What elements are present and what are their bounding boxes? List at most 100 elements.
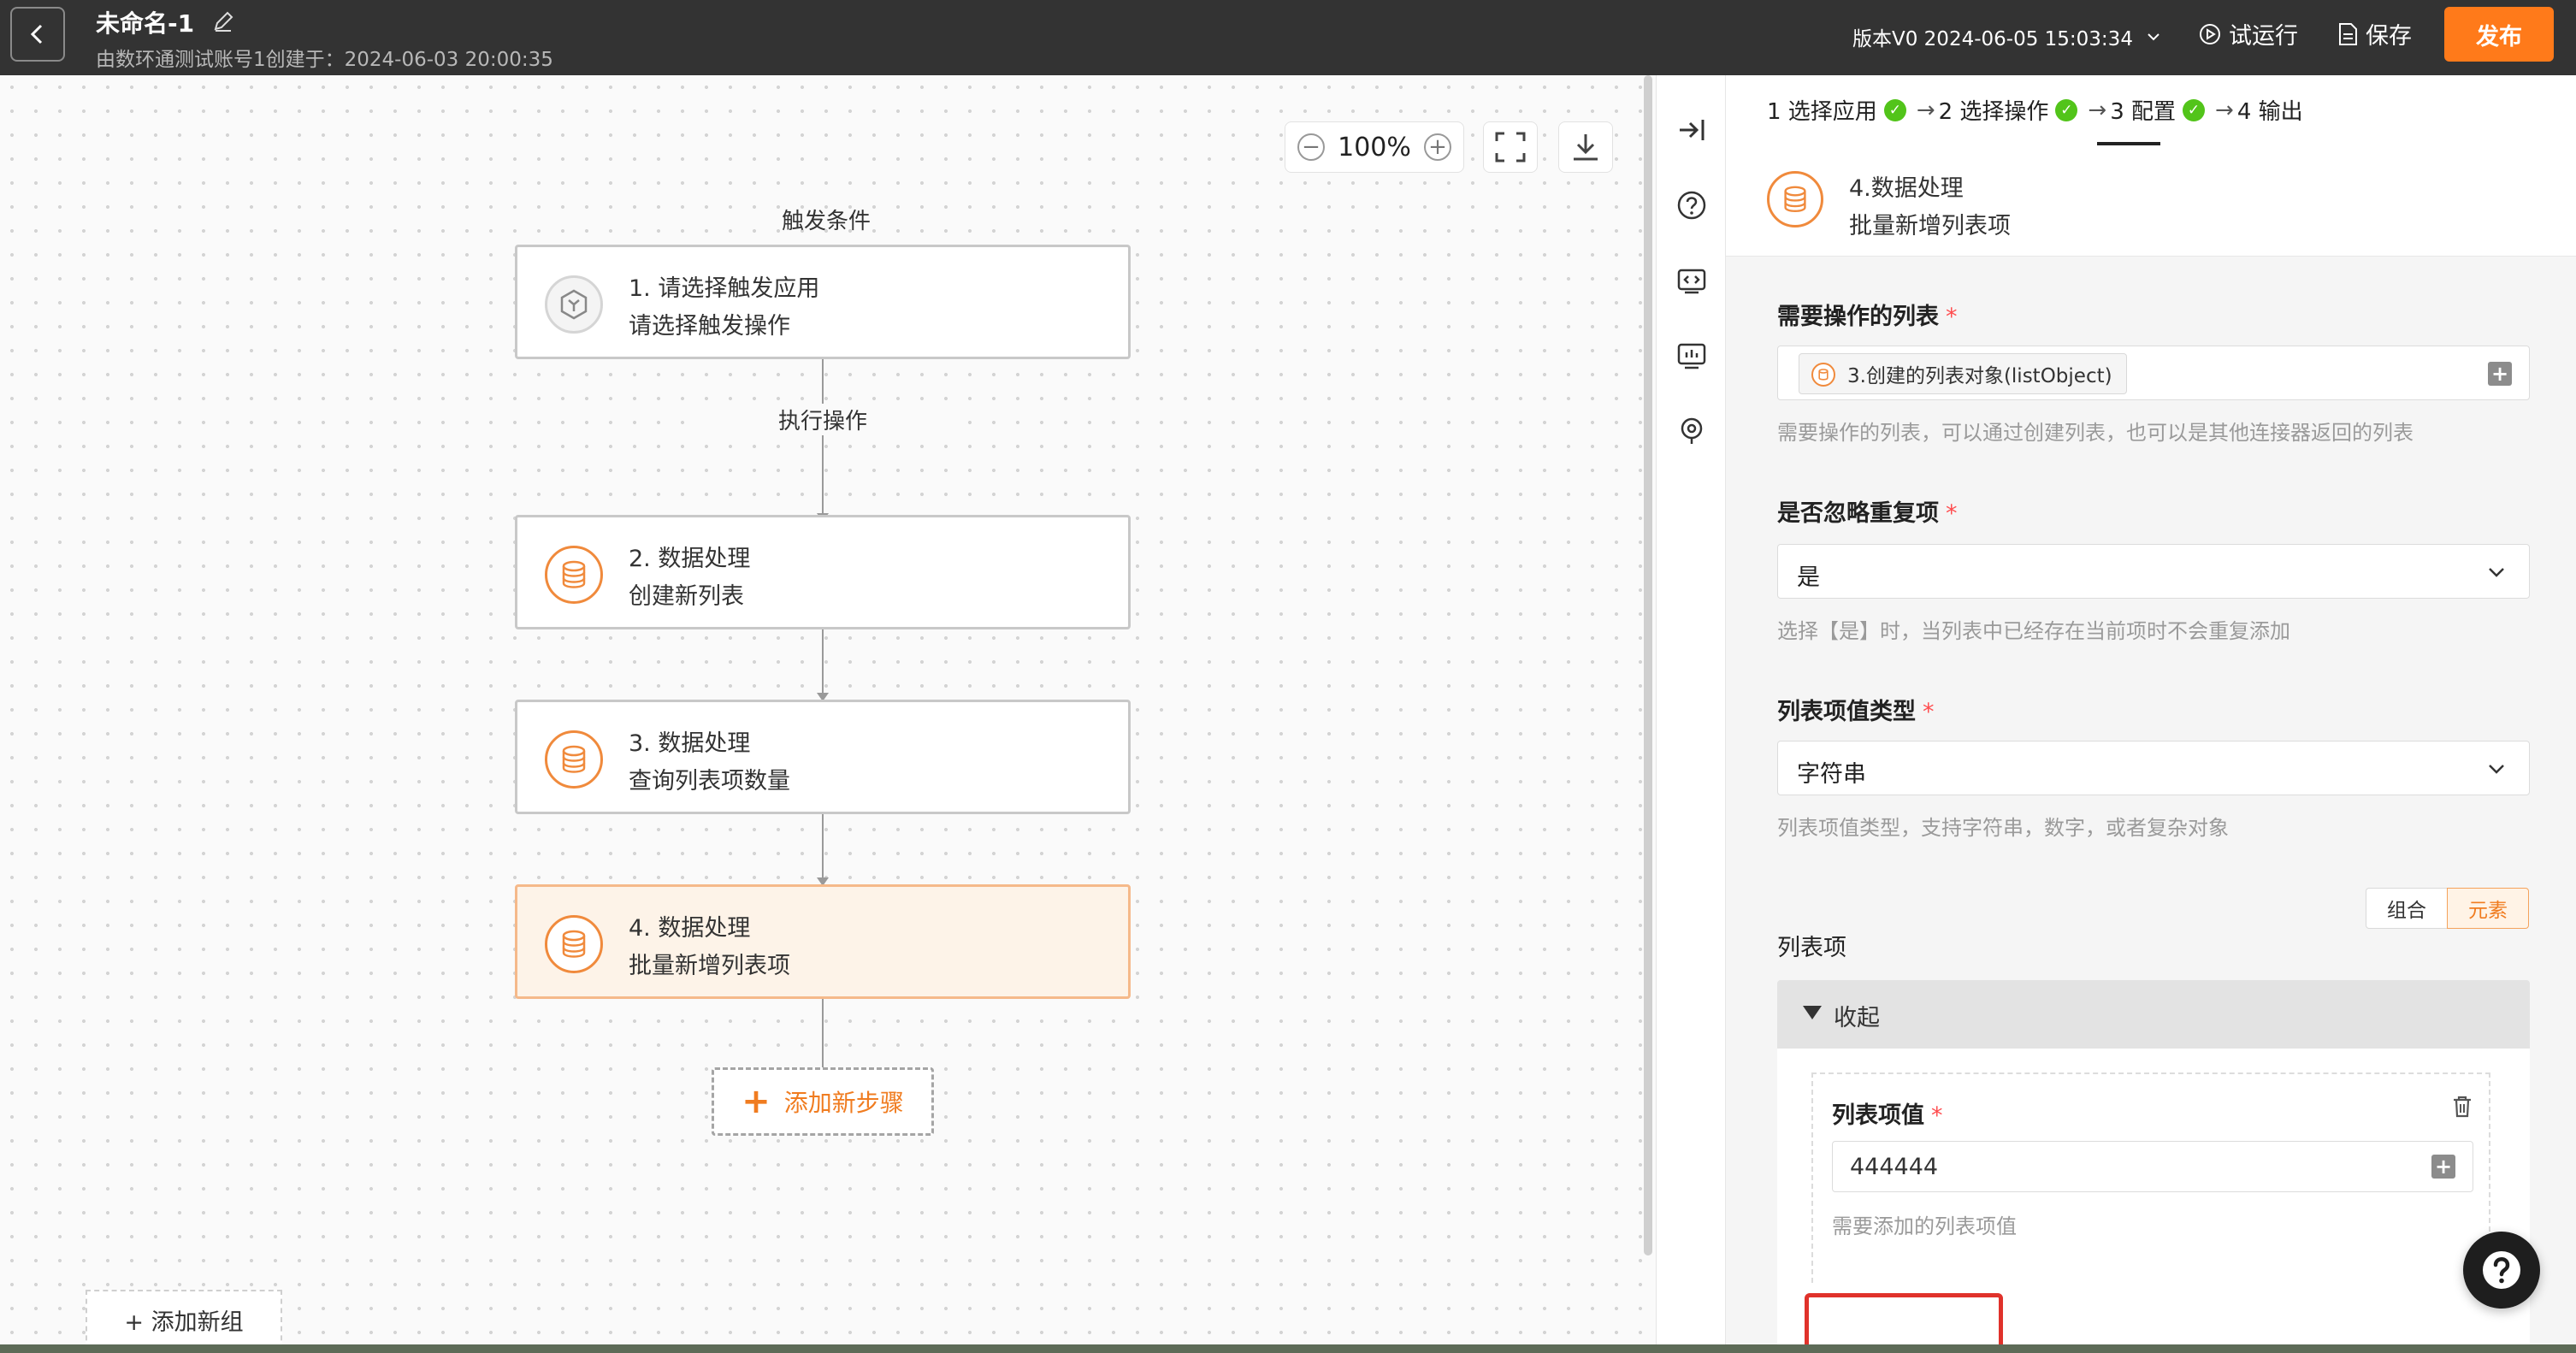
list-object-chip[interactable]: 3.创建的列表对象(listObject) <box>1799 353 2127 394</box>
item-value-input[interactable]: 444444 + <box>1832 1141 2473 1192</box>
zoom-control: − 100% + <box>1285 121 1464 173</box>
node-subtitle: 创建新列表 <box>629 583 744 610</box>
triangle-down-icon <box>1803 1006 1822 1019</box>
connector-line <box>822 814 824 884</box>
document-icon <box>2339 22 2357 45</box>
collapse-label: 收起 <box>1834 1005 1880 1031</box>
desktop-background <box>0 1344 2576 1353</box>
config-panel: 1 选择应用 ✓ → 2 选择操作 ✓ → 3 配置 ✓ → 4 输出 4.数据… <box>1726 75 2576 1353</box>
value-type-help: 列表项值类型，支持字符串，数字，或者复杂对象 <box>1777 816 2229 840</box>
arrow-right-icon: → <box>2215 97 2234 123</box>
arrow-right-icon: → <box>2088 97 2107 123</box>
save-button[interactable]: 保存 <box>2337 17 2412 50</box>
flow-node-1[interactable]: 1. 请选择触发应用 请选择触发操作 <box>515 245 1131 359</box>
arrow-right-icon: → <box>1916 97 1935 123</box>
ignore-dup-select[interactable]: 是 <box>1777 544 2530 599</box>
connector-line <box>822 999 824 1067</box>
operation-subtitle: 批量新增列表项 <box>1849 213 2011 239</box>
value-type-label: 列表项值类型 * <box>1777 699 1935 725</box>
connector-line <box>822 458 824 515</box>
value-type-select[interactable]: 字符串 <box>1777 741 2530 795</box>
download-icon <box>1574 134 1598 161</box>
publish-button[interactable]: 发布 <box>2444 7 2554 62</box>
fullscreen-button[interactable] <box>1483 121 1538 173</box>
add-variable-icon[interactable]: + <box>2431 1155 2455 1179</box>
add-step-button[interactable]: + 添加新步骤 <box>712 1067 934 1136</box>
connector-line <box>822 629 824 700</box>
add-group-button[interactable]: + 添加新组 <box>86 1290 282 1350</box>
list-items-label: 列表项 <box>1777 935 1846 961</box>
flow-canvas[interactable]: − 100% + 触发条件 1. 请选择触发应用 请选择触发操作 执行操作 2.… <box>0 75 1656 1353</box>
mode-combine-button[interactable]: 组合 <box>2366 888 2448 929</box>
zoom-out-button[interactable]: − <box>1297 133 1325 161</box>
active-step-indicator <box>2097 142 2160 145</box>
trigger-app-icon <box>545 275 603 334</box>
add-step-label: 添加新步骤 <box>783 1089 904 1117</box>
database-icon <box>1767 171 1823 227</box>
node-title: 1. 请选择触发应用 <box>629 275 820 302</box>
check-icon: ✓ <box>1883 98 1906 121</box>
collapse-toggle[interactable]: 收起 <box>1777 980 2530 1049</box>
trigger-section-label: 触发条件 <box>781 209 871 234</box>
check-icon: ✓ <box>2055 98 2078 121</box>
monitor-chart-icon[interactable] <box>1675 339 1709 373</box>
save-label: 保存 <box>2366 23 2412 50</box>
node-subtitle: 查询列表项数量 <box>629 768 790 795</box>
fullscreen-icon <box>1495 132 1526 162</box>
page-title: 未命名-1 <box>96 9 195 38</box>
list-field-input[interactable]: 3.创建的列表对象(listObject) + <box>1777 346 2530 400</box>
item-value-label: 列表项值 * <box>1832 1102 1943 1129</box>
step-3[interactable]: 3 配置 <box>2110 94 2176 126</box>
edit-title-icon[interactable] <box>210 9 236 34</box>
flow-node-2[interactable]: 2. 数据处理 创建新列表 <box>515 515 1131 629</box>
ignore-dup-help: 选择【是】时，当列表中已经存在当前项时不会重复添加 <box>1777 619 2290 643</box>
code-icon[interactable] <box>1675 263 1709 298</box>
version-select[interactable]: 版本V0 2024-06-05 15:03:34 <box>1852 22 2162 51</box>
mode-element-button[interactable]: 元素 <box>2447 888 2529 929</box>
database-icon <box>545 915 603 973</box>
ignore-dup-value: 是 <box>1797 564 1820 591</box>
trash-icon[interactable] <box>2451 1095 2473 1122</box>
operation-title: 4.数据处理 <box>1849 175 1964 202</box>
chevron-down-icon <box>2489 765 2504 774</box>
canvas-scrollbar[interactable] <box>1644 75 1652 1256</box>
help-float-button[interactable] <box>2463 1232 2540 1309</box>
item-value-text: 444444 <box>1850 1154 1939 1180</box>
question-icon <box>2483 1251 2520 1289</box>
node-title: 3. 数据处理 <box>629 730 751 757</box>
node-title: 4. 数据处理 <box>629 915 751 942</box>
test-run-label: 试运行 <box>2229 23 2298 50</box>
ignore-dup-label: 是否忽略重复项 * <box>1777 500 1958 527</box>
check-icon: ✓ <box>2183 98 2206 121</box>
flow-node-3[interactable]: 3. 数据处理 查询列表项数量 <box>515 700 1131 814</box>
node-subtitle: 请选择触发操作 <box>629 313 790 340</box>
item-value-help: 需要添加的列表项值 <box>1832 1214 2017 1238</box>
value-type-value: 字符串 <box>1797 761 1866 788</box>
action-section-label: 执行操作 <box>694 404 951 435</box>
collapse-panel-icon[interactable] <box>1675 113 1709 147</box>
step-2[interactable]: 2 选择操作 <box>1939 94 2049 126</box>
zoom-in-button[interactable]: + <box>1424 133 1451 161</box>
chip-label: 3.创建的列表对象(listObject) <box>1847 365 2112 387</box>
node-title: 2. 数据处理 <box>629 546 751 572</box>
top-bar: 未命名-1 由数环通测试账号1创建于：2024-06-03 20:00:35 版… <box>0 0 2576 75</box>
location-pin-icon[interactable] <box>1675 414 1709 448</box>
flow-node-4[interactable]: 4. 数据处理 批量新增列表项 <box>515 884 1131 999</box>
step-1[interactable]: 1 选择应用 <box>1767 94 1877 126</box>
download-button[interactable] <box>1558 121 1613 173</box>
created-info: 由数环通测试账号1创建于：2024-06-03 20:00:35 <box>96 49 553 71</box>
side-toolbar <box>1656 75 1726 1353</box>
test-run-button[interactable]: 试运行 <box>2198 17 2298 50</box>
add-variable-icon[interactable]: + <box>2488 362 2512 386</box>
help-circle-icon[interactable] <box>1675 188 1709 222</box>
node-subtitle: 批量新增列表项 <box>629 953 790 979</box>
play-circle-icon <box>2200 23 2220 44</box>
chevron-left-icon <box>30 24 43 44</box>
list-item-card: 列表项值 * 444444 + 需要添加的列表项值 <box>1811 1072 2490 1283</box>
back-button[interactable] <box>10 7 65 62</box>
chevron-down-icon <box>2148 33 2159 41</box>
step-4[interactable]: 4 输出 <box>2237 94 2303 126</box>
chevron-down-icon <box>2489 568 2504 577</box>
config-header: 1 选择应用 ✓ → 2 选择操作 ✓ → 3 配置 ✓ → 4 输出 4.数据… <box>1726 75 2576 257</box>
plus-icon: + <box>741 1082 771 1121</box>
